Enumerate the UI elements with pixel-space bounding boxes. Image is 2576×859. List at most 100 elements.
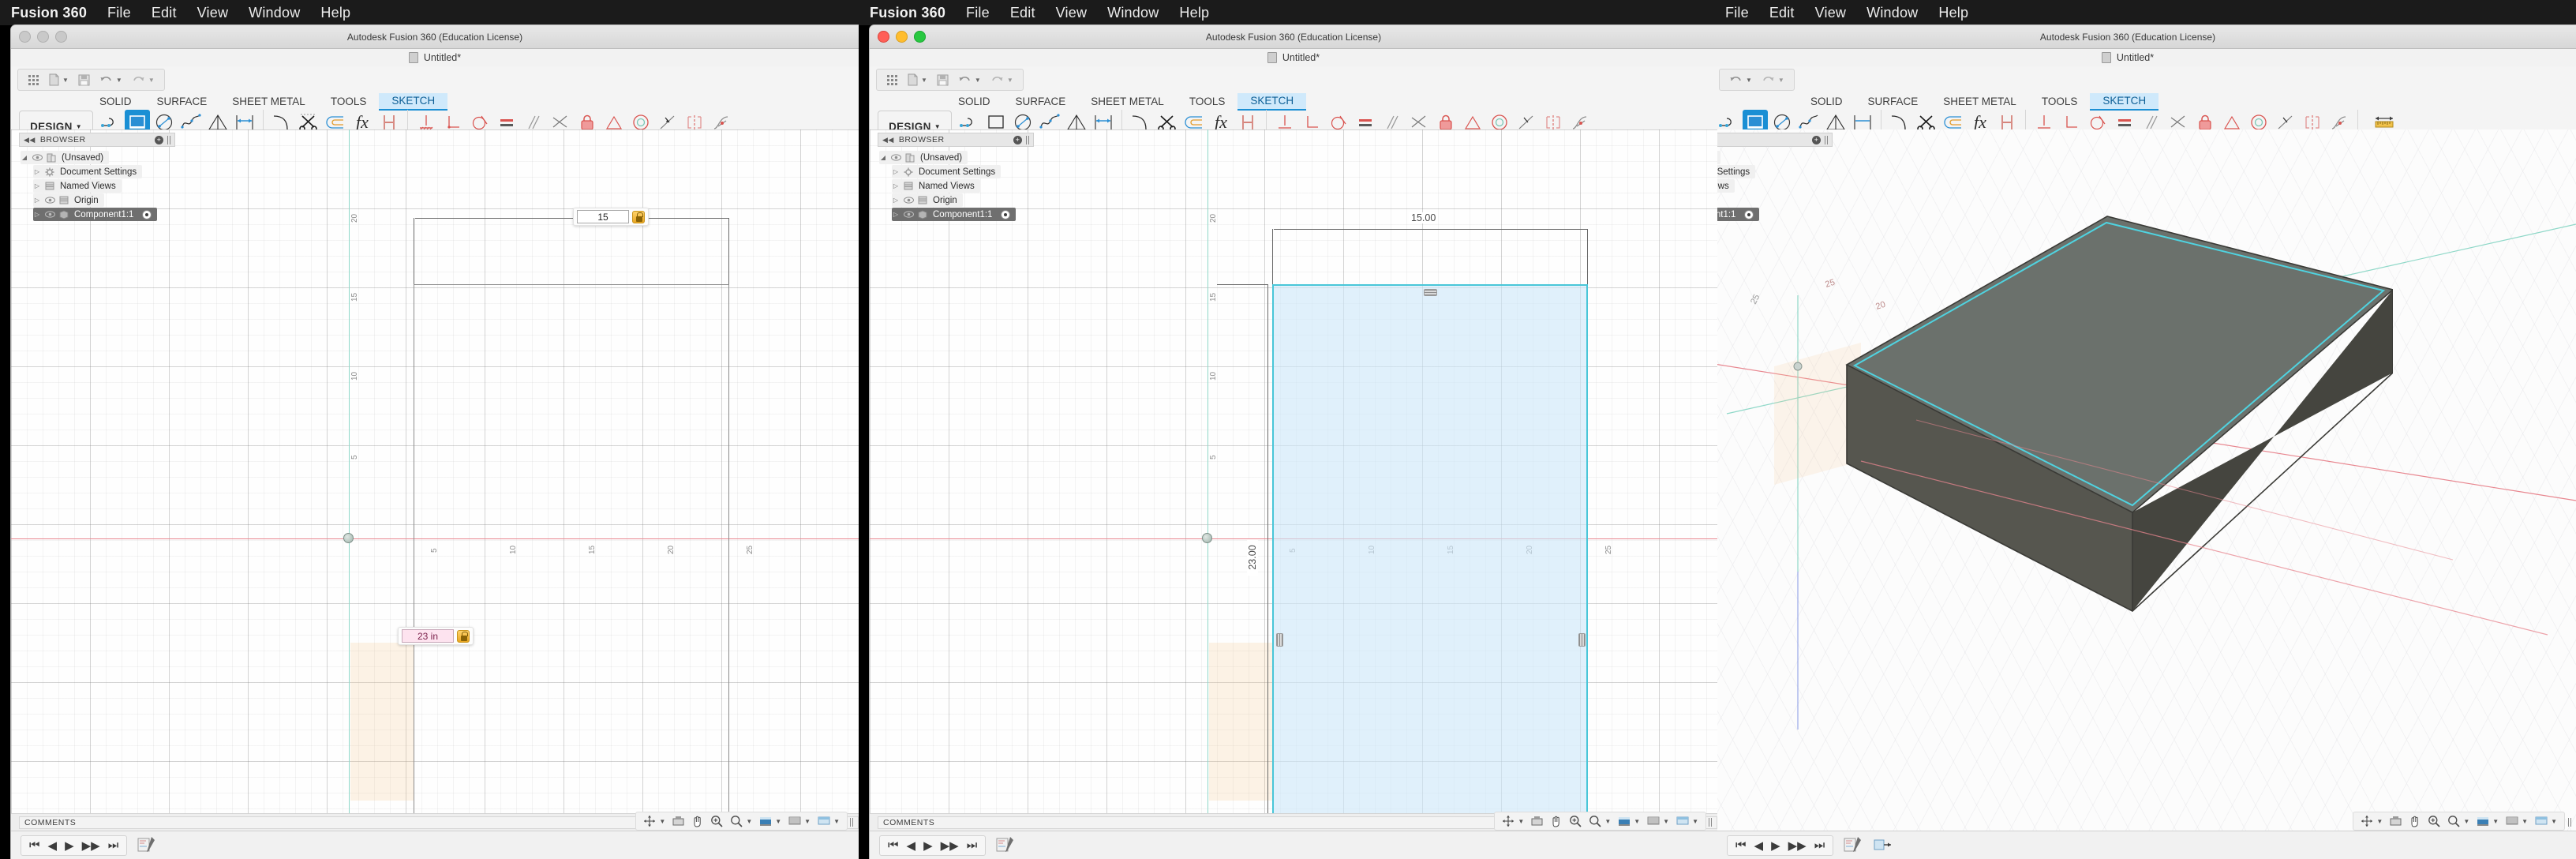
vertical-dimension-editor[interactable]	[398, 627, 474, 645]
tab-sketch[interactable]: SKETCH	[1237, 93, 1307, 111]
tree-node-unsaved[interactable]: (Unsaved)	[1717, 151, 1721, 164]
grid-snaps-icon[interactable]	[1647, 816, 1660, 827]
zoom-caret[interactable]: ▼	[2463, 818, 2469, 825]
eye-icon[interactable]	[891, 154, 901, 161]
panel-grip[interactable]	[2568, 817, 2571, 827]
menu-item-help[interactable]: Help	[1179, 5, 1209, 21]
eye-icon[interactable]	[32, 154, 43, 161]
pan-icon[interactable]	[691, 815, 703, 827]
menu-item-view[interactable]: View	[197, 5, 229, 21]
activate-component-radio[interactable]	[142, 209, 152, 219]
zoom-in-icon[interactable]	[2428, 815, 2440, 827]
undo-dropdown-caret[interactable]: ▼	[116, 77, 122, 84]
chevron-right-icon[interactable]: ▷	[892, 211, 900, 218]
display-settings-caret[interactable]: ▼	[775, 818, 781, 825]
tab-sket[interactable]: SKETCH	[2090, 93, 2159, 111]
tree-node-unsaved[interactable]: ◢ (Unsaved)	[21, 151, 110, 164]
tab-surface[interactable]: SURFACE	[1855, 94, 1931, 110]
undo-icon[interactable]	[99, 74, 113, 85]
document-tab-2[interactable]: Untitled*	[870, 49, 1717, 66]
orbit-caret[interactable]: ▼	[2376, 818, 2383, 825]
orbit-caret[interactable]: ▼	[1518, 818, 1524, 825]
undo-icon[interactable]	[958, 74, 972, 85]
grid-snaps-caret[interactable]: ▼	[1663, 818, 1669, 825]
save-icon[interactable]	[78, 74, 90, 86]
undo-icon[interactable]	[1729, 74, 1743, 85]
menu-item-help[interactable]: Help	[1938, 5, 1968, 21]
window-controls-1[interactable]	[19, 31, 67, 43]
tree-node-component1[interactable]: ▷ Component1:1	[33, 208, 158, 221]
eye-icon[interactable]	[45, 197, 55, 204]
minimize-button[interactable]	[896, 31, 908, 43]
timeline-go-end-button[interactable]: ⏭	[1814, 838, 1825, 852]
chevron-right-icon[interactable]: ▷	[33, 211, 41, 218]
viewports-icon[interactable]	[2535, 816, 2548, 827]
menu-item-window[interactable]: Window	[1866, 5, 1918, 21]
tree-node-named-views[interactable]: ▷ Named Views	[892, 179, 980, 193]
chevron-right-icon[interactable]: ▷	[892, 197, 900, 204]
tree-node-document-settings[interactable]: ▷ Document Settings	[892, 165, 1002, 178]
document-tab-1[interactable]: Untitled*	[11, 49, 859, 66]
display-settings-icon[interactable]	[759, 816, 772, 827]
redo-icon[interactable]	[132, 74, 145, 85]
vertical-dimension-input[interactable]	[402, 629, 454, 643]
tab-tools[interactable]: TOOLS	[318, 94, 380, 110]
model-canvas-3[interactable]: 25 25 20 15	[1717, 129, 2576, 859]
redo-dropdown-caret[interactable]: ▼	[1007, 77, 1013, 84]
zoom-caret[interactable]: ▼	[746, 818, 752, 825]
vertical-dimension-line[interactable]	[1267, 284, 1268, 837]
menu-item-window[interactable]: Window	[249, 5, 300, 21]
plus-icon[interactable]: +	[1812, 135, 1821, 144]
file-dropdown-caret[interactable]: ▼	[921, 77, 927, 84]
timeline-step-forward-button[interactable]: ▶▶	[941, 838, 959, 853]
vertical-constraint-marker-right[interactable]	[1578, 633, 1586, 647]
zoom-caret[interactable]: ▼	[1604, 818, 1611, 825]
viewports-icon[interactable]	[818, 816, 830, 827]
timeline-step-forward-button[interactable]: ▶▶	[1788, 838, 1807, 853]
timeline-go-start-button[interactable]: ⏮	[888, 838, 899, 852]
viewports-caret[interactable]: ▼	[2551, 818, 2557, 825]
tab-sheet-metal[interactable]: SHEET METAL	[219, 94, 318, 110]
tree-node-named-views[interactable]: Named Views	[1717, 179, 1735, 193]
grid-apps-icon[interactable]	[886, 74, 898, 86]
viewports-icon[interactable]	[1676, 816, 1689, 827]
tree-node-origin[interactable]: ▷ Origin	[33, 193, 104, 207]
origin-point[interactable]	[1202, 533, 1212, 543]
timeline-go-start-button[interactable]: ⏮	[1735, 838, 1747, 852]
look-at-icon[interactable]	[2390, 816, 2402, 827]
activate-component-radio[interactable]	[1001, 209, 1011, 219]
timeline-sketch-feature[interactable]	[995, 835, 1016, 856]
vertical-dimension-label[interactable]: 23.00	[1247, 539, 1258, 576]
panel-grip[interactable]	[1026, 135, 1029, 144]
sketch-canvas-2[interactable]: 5 10 15 20 25 5 10 15 20	[870, 129, 1717, 859]
tab-solid[interactable]: SOLID	[87, 94, 144, 110]
redo-dropdown-caret[interactable]: ▼	[1778, 77, 1784, 84]
chevron-down-icon[interactable]: ◢	[879, 154, 887, 161]
horizontal-dimension-editor[interactable]	[573, 208, 649, 226]
eye-icon[interactable]	[904, 211, 914, 218]
display-settings-icon[interactable]	[2477, 816, 2489, 827]
tab-tools[interactable]: TOOLS	[2029, 94, 2091, 110]
maximize-button[interactable]	[55, 31, 67, 43]
plus-icon[interactable]: +	[1013, 135, 1022, 144]
viewports-caret[interactable]: ▼	[1692, 818, 1698, 825]
timeline-go-end-button[interactable]: ⏭	[108, 838, 119, 852]
collapse-left-icon[interactable]: ◀◀	[24, 136, 36, 144]
menu-item-file[interactable]: File	[107, 5, 131, 21]
display-settings-icon[interactable]	[1618, 816, 1631, 827]
undo-dropdown-caret[interactable]: ▼	[975, 77, 981, 84]
tab-surface[interactable]: SURFACE	[144, 94, 220, 110]
undo-dropdown-caret[interactable]: ▼	[1746, 77, 1752, 84]
chevron-right-icon[interactable]: ▷	[892, 182, 900, 189]
timeline-play-button[interactable]: ▶	[1771, 838, 1780, 853]
maximize-button[interactable]	[914, 31, 926, 43]
pan-icon[interactable]	[2409, 815, 2421, 827]
tab-solid[interactable]: SOLID	[1798, 94, 1855, 110]
file-icon[interactable]	[49, 73, 59, 86]
lock-icon[interactable]	[457, 629, 470, 643]
tree-node-unsaved[interactable]: ◢ (Unsaved)	[879, 151, 968, 164]
timeline-step-back-button[interactable]: ◀	[1754, 838, 1764, 853]
close-button[interactable]	[878, 31, 889, 43]
menu-item-view[interactable]: View	[1056, 5, 1088, 21]
tree-node-component1[interactable]: Component1:1	[1717, 208, 1760, 221]
